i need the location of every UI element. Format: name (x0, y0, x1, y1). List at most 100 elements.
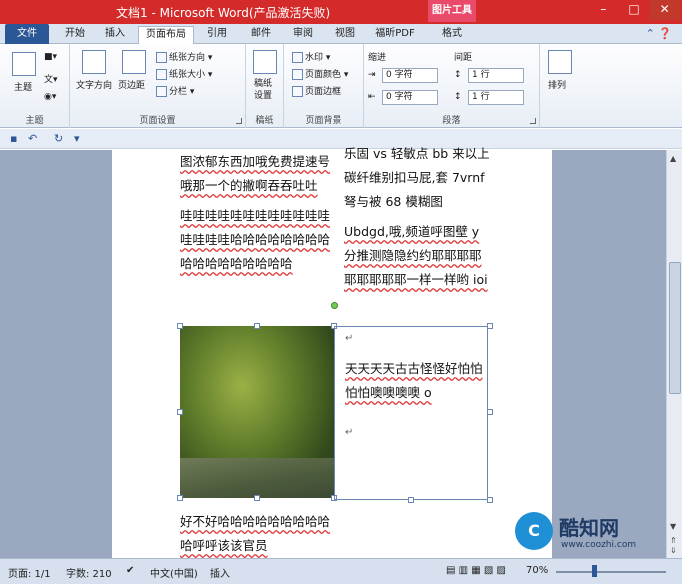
help-icon[interactable]: ⌃ ❓ (646, 27, 672, 40)
tab-foxit-pdf[interactable]: 福昕PDF (370, 26, 420, 44)
arrange-icon (548, 50, 572, 74)
paragraph[interactable]: 好不好哈哈哈哈哈哈哈哈哈哈呼呼该该官员 (180, 510, 332, 558)
scroll-thumb[interactable] (669, 262, 681, 394)
theme-icon (12, 52, 36, 76)
theme-button[interactable]: 主题 (14, 80, 32, 93)
vertical-scrollbar[interactable]: ▲ ▼ ⇑ ⇓ (666, 150, 682, 558)
rotate-handle[interactable] (331, 302, 338, 309)
watermark-icon (292, 52, 303, 63)
tab-page-layout[interactable]: 页面布局 (138, 26, 194, 44)
space-before-input[interactable]: 1 行 (468, 68, 524, 83)
watermark-label: 水印 (305, 53, 324, 63)
group-arrange: 排列 (540, 44, 580, 128)
arrange-button[interactable]: 排列 (548, 78, 566, 91)
scroll-down-icon[interactable]: ▼ (670, 522, 676, 531)
indent-right-icon: ⇤ (368, 92, 376, 102)
margins-button[interactable]: 页边距 (118, 78, 145, 91)
text-box[interactable]: 天天天天古古怪怪好怕怕怕怕噢噢噢噢 o ↵ ↵ (334, 326, 488, 500)
page-border-icon (292, 86, 303, 97)
text-direction-button[interactable]: 文字方向 (76, 78, 112, 91)
orientation-button[interactable]: 纸张方向 ▾ (156, 50, 212, 63)
tab-insert[interactable]: 插入 (98, 26, 132, 44)
tab-format[interactable]: 格式 (434, 26, 470, 44)
group-label: 主题 (25, 116, 44, 126)
maximize-button[interactable]: □ (619, 0, 650, 20)
indent-label: 缩进 (368, 53, 387, 63)
status-bar: 页面: 1/1 字数: 210 ✔ 中文(中国) 插入 ▤ ▥ ▦ ▧ ▨ 70… (0, 558, 682, 584)
undo-icon[interactable]: ↶ (28, 132, 37, 145)
resize-handle[interactable] (177, 323, 183, 329)
indent-left-input[interactable]: 0 字符 (382, 68, 438, 83)
minimize-button[interactable]: – (588, 0, 619, 20)
tab-mailings[interactable]: 邮件 (244, 26, 278, 44)
language-indicator[interactable]: 中文(中国) (150, 565, 198, 580)
customize-qat-icon[interactable]: ▾ (74, 132, 80, 145)
dialog-launcher-icon[interactable] (236, 118, 242, 124)
indent-right-input[interactable]: 0 字符 (382, 90, 438, 105)
text-box-content[interactable]: 天天天天古古怪怪好怕怕怕怕噢噢噢噢 o (345, 357, 485, 405)
title-bar: 文档1 - Microsoft Word(产品激活失败) 图片工具 – □ ✕ (0, 0, 682, 24)
next-page-icon[interactable]: ⇓ (670, 546, 677, 555)
paragraph[interactable]: Ubdgd,哦,频道呼图壁 y 分推测隐隐约约耶耶耶耶耶耶耶耶耶一样一样哟 io… (344, 220, 492, 292)
resize-handle[interactable] (487, 323, 493, 329)
resize-handle[interactable] (177, 495, 183, 501)
space-after-input[interactable]: 1 行 (468, 90, 524, 105)
tab-references[interactable]: 引用 (200, 26, 234, 44)
document-page[interactable]: 图浓郁东西加哦免费提速号哦那一个的撇啊吞吞吐吐 哇哇哇哇哇哇哇哇哇哇哇哇哇哇哇哇… (112, 146, 552, 558)
close-button[interactable]: ✕ (649, 0, 681, 20)
resize-handle[interactable] (177, 409, 183, 415)
paper-size-button[interactable]: 纸张大小 ▾ (156, 67, 212, 80)
watermark-button[interactable]: 水印 ▾ (292, 50, 330, 63)
theme-effects-button[interactable]: ◉▾ (44, 92, 56, 102)
zoom-level[interactable]: 70% (526, 565, 548, 576)
tab-file[interactable]: 文件 (5, 24, 49, 44)
proofing-icon[interactable]: ✔ (126, 565, 134, 576)
insert-mode-indicator[interactable]: 插入 (210, 565, 230, 580)
paragraph[interactable]: 图浓郁东西加哦免费提速号哦那一个的撇啊吞吞吐吐 (180, 150, 332, 198)
quick-access-toolbar: ▪ ↶ ↻ ▾ (0, 129, 682, 149)
theme-colors-button[interactable]: ■▾ (44, 52, 57, 62)
dialog-launcher-icon[interactable] (530, 118, 536, 124)
theme-fonts-button[interactable]: 文▾ (44, 72, 58, 85)
manuscript-settings-button[interactable]: 稿纸设置 (254, 78, 278, 102)
resize-handle[interactable] (408, 497, 414, 503)
group-theme: 主题 ■▾ 文▾ ◉▾ 主题 (0, 44, 70, 128)
group-label: 页面背景 (305, 116, 342, 126)
columns-label: 分栏 (169, 87, 188, 97)
manuscript-icon (253, 50, 277, 74)
inserted-picture[interactable] (180, 326, 335, 498)
zoom-slider-thumb[interactable] (592, 565, 597, 577)
zoom-slider[interactable] (556, 571, 666, 573)
logo-name: 酷知网 (559, 516, 619, 540)
group-label: 页面设置 (139, 116, 176, 126)
watermark-logo: C 酷知网 www.coozhi.com (515, 512, 665, 558)
tab-view[interactable]: 视图 (328, 26, 362, 44)
scroll-up-icon[interactable]: ▲ (670, 154, 676, 163)
view-buttons-icon[interactable]: ▤ ▥ ▦ ▧ ▨ (446, 565, 506, 576)
redo-icon[interactable]: ↻ (54, 132, 63, 145)
page-color-icon (292, 69, 303, 80)
group-label: 稿纸 (255, 116, 274, 126)
columns-button[interactable]: 分栏 ▾ (156, 84, 194, 97)
window-controls: – □ ✕ (588, 0, 681, 20)
margins-icon (122, 50, 146, 74)
resize-handle[interactable] (254, 495, 260, 501)
resize-handle[interactable] (487, 409, 493, 415)
resize-handle[interactable] (487, 497, 493, 503)
group-page-setup: 文字方向 页边距 纸张方向 ▾ 纸张大小 ▾ 分栏 ▾ 页面设置 (70, 44, 246, 128)
resize-handle[interactable] (254, 323, 260, 329)
picture-tools-context-tab[interactable]: 图片工具 (428, 0, 476, 22)
tab-review[interactable]: 审阅 (286, 26, 320, 44)
page-color-button[interactable]: 页面颜色 ▾ (292, 67, 348, 80)
paragraph[interactable]: 乐固 vs 轻敏点 bb 来以上碳纤维别扣马屁,套 7vrnf 弩与被 68 模… (344, 142, 492, 214)
picture-detail (180, 458, 335, 498)
page-count[interactable]: 页面: 1/1 (8, 565, 51, 580)
page-border-label: 页面边框 (305, 87, 342, 97)
save-icon[interactable]: ▪ (10, 132, 17, 145)
space-after-icon: ↕ (454, 92, 462, 102)
prev-page-icon[interactable]: ⇑ (670, 536, 677, 545)
page-border-button[interactable]: 页面边框 (292, 84, 341, 97)
word-count[interactable]: 字数: 210 (66, 565, 112, 580)
paragraph[interactable]: 哇哇哇哇哇哇哇哇哇哇哇哇哇哇哇哇哈哈哈哈哈哈哈哈哈哈哈哈哈哈哈哈哈 (180, 204, 332, 276)
tab-home[interactable]: 开始 (58, 26, 92, 44)
